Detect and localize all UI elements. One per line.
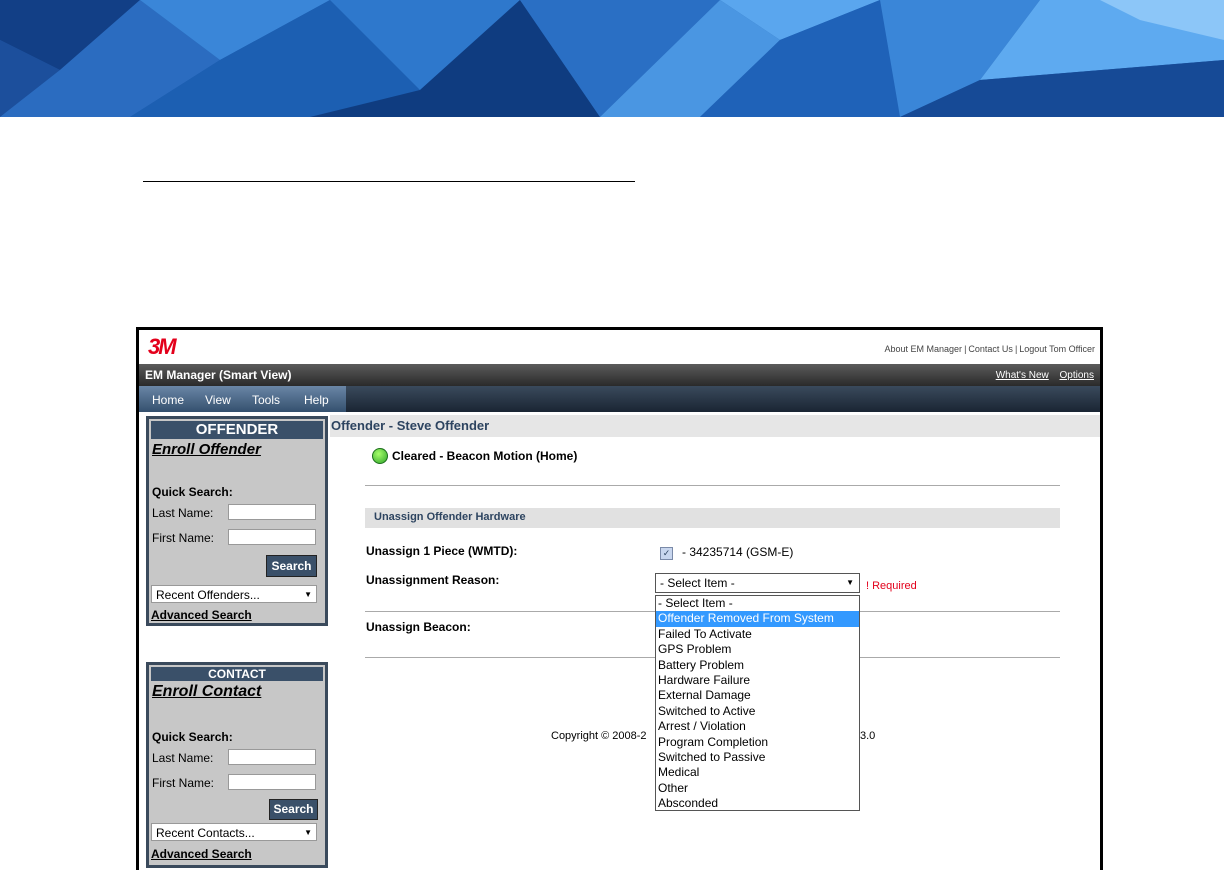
reason-option[interactable]: Medical bbox=[656, 765, 859, 780]
top-bar: 3M About EM Manager | Contact Us | Logout To… bbox=[139, 330, 1100, 364]
quick-search-label: Quick Search: bbox=[152, 730, 233, 744]
about-link[interactable]: About EM Manager bbox=[885, 344, 963, 354]
unassign-beacon-label: Unassign Beacon: bbox=[366, 620, 471, 634]
reason-option[interactable]: Absconded bbox=[656, 796, 859, 811]
section-title: Unassign Offender Hardware bbox=[374, 511, 526, 523]
divider bbox=[365, 485, 1060, 486]
contact-last-name-input[interactable] bbox=[228, 749, 316, 765]
reason-option[interactable]: Battery Problem bbox=[656, 658, 859, 673]
contact-first-name-input[interactable] bbox=[228, 774, 316, 790]
unassignment-reason-dropdown-list[interactable]: - Select Item - Offender Removed From Sys… bbox=[655, 595, 860, 811]
unassign-piece-checkbox[interactable]: ✓ bbox=[660, 547, 673, 560]
separator-line bbox=[143, 181, 635, 182]
options-link[interactable]: Options bbox=[1060, 370, 1094, 381]
enroll-offender-link[interactable]: Enroll Offender bbox=[152, 441, 325, 458]
app-title: EM Manager (Smart View) bbox=[145, 368, 292, 382]
recent-offenders-value: Recent Offenders... bbox=[156, 588, 260, 602]
recent-contacts-value: Recent Contacts... bbox=[156, 826, 255, 840]
reason-option[interactable]: Arrest / Violation bbox=[656, 719, 859, 734]
recent-offenders-select[interactable]: Recent Offenders... ▼ bbox=[151, 585, 317, 603]
enroll-contact-link[interactable]: Enroll Contact bbox=[152, 683, 325, 701]
offender-heading: OFFENDER bbox=[151, 421, 323, 439]
menu-view[interactable]: View bbox=[205, 393, 231, 407]
status-indicator-icon bbox=[372, 448, 388, 464]
reason-selected-value: - Select Item - bbox=[660, 576, 735, 590]
first-name-label: First Name: bbox=[152, 776, 215, 790]
required-indicator: ! Required bbox=[866, 580, 917, 592]
last-name-label: Last Name: bbox=[152, 751, 214, 765]
reason-option[interactable]: - Select Item - bbox=[656, 596, 859, 611]
offender-last-name-input[interactable] bbox=[228, 504, 316, 520]
offender-advanced-search-link[interactable]: Advanced Search bbox=[151, 608, 252, 622]
top-links: About EM Manager | Contact Us | Logout Tom O… bbox=[884, 344, 1095, 354]
chevron-down-icon: ▼ bbox=[846, 578, 854, 587]
unassignment-reason-select[interactable]: - Select Item - ▼ bbox=[655, 573, 860, 593]
page-header: Offender - Steve Offender bbox=[330, 415, 1100, 437]
version-text: 3.0 bbox=[860, 730, 876, 742]
menu-bar: Home View Tools Help bbox=[139, 386, 1100, 412]
section-header: Unassign Offender Hardware bbox=[365, 508, 1060, 528]
contact-panel: CONTACT Enroll Contact Quick Search: Las… bbox=[146, 662, 328, 868]
copyright-text: Copyright © 2008-2 bbox=[551, 730, 647, 742]
page-title: Offender - Steve Offender bbox=[331, 418, 490, 433]
contact-search-button[interactable]: Search bbox=[269, 799, 318, 820]
reason-option[interactable]: Hardware Failure bbox=[656, 673, 859, 688]
title-bar: EM Manager (Smart View) What's New Optio… bbox=[139, 364, 1100, 386]
status-text: Cleared - Beacon Motion (Home) bbox=[392, 449, 578, 463]
menu-block: Home View Tools Help bbox=[139, 386, 346, 412]
menu-help[interactable]: Help bbox=[304, 393, 329, 407]
whats-new-link[interactable]: What's New bbox=[996, 370, 1049, 381]
contact-us-link[interactable]: Contact Us bbox=[968, 344, 1013, 354]
reason-option[interactable]: External Damage bbox=[656, 688, 859, 703]
contact-heading: CONTACT bbox=[151, 667, 323, 681]
first-name-label: First Name: bbox=[152, 531, 215, 545]
brand-logo: 3M bbox=[148, 334, 177, 359]
unassignment-reason-label: Unassignment Reason: bbox=[366, 573, 500, 587]
chevron-down-icon: ▼ bbox=[304, 828, 312, 837]
unassign-piece-label: Unassign 1 Piece (WMTD): bbox=[366, 544, 518, 558]
menu-tools[interactable]: Tools bbox=[252, 393, 280, 407]
logout-link[interactable]: Logout Tom Officer bbox=[1019, 344, 1095, 354]
reason-option[interactable]: Switched to Passive bbox=[656, 750, 859, 765]
reason-option[interactable]: Program Completion bbox=[656, 735, 859, 750]
reason-option[interactable]: Offender Removed From System bbox=[656, 611, 859, 627]
reason-option[interactable]: Failed To Activate bbox=[656, 627, 859, 642]
menu-home[interactable]: Home bbox=[152, 393, 184, 407]
reason-option[interactable]: Switched to Active bbox=[656, 704, 859, 719]
chevron-down-icon: ▼ bbox=[304, 590, 312, 599]
contact-advanced-search-link[interactable]: Advanced Search bbox=[151, 847, 252, 861]
reason-option[interactable]: GPS Problem bbox=[656, 642, 859, 657]
unassign-piece-value: - 34235714 (GSM-E) bbox=[682, 545, 794, 559]
offender-panel: OFFENDER Enroll Offender Quick Search: L… bbox=[146, 416, 328, 626]
banner-graphic bbox=[0, 0, 1224, 117]
last-name-label: Last Name: bbox=[152, 506, 214, 520]
offender-search-button[interactable]: Search bbox=[266, 555, 317, 577]
app-screenshot-frame: 3M About EM Manager | Contact Us | Logout To… bbox=[136, 327, 1103, 870]
quick-search-label: Quick Search: bbox=[152, 485, 233, 499]
reason-option[interactable]: Other bbox=[656, 781, 859, 796]
header-banner bbox=[0, 0, 1224, 117]
offender-first-name-input[interactable] bbox=[228, 529, 316, 545]
recent-contacts-select[interactable]: Recent Contacts... ▼ bbox=[151, 823, 317, 841]
